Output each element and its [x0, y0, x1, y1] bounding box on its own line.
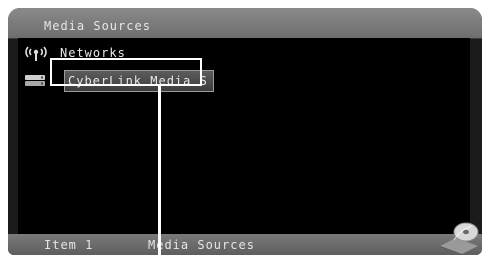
- list-item-label: CyberLink Media S: [68, 74, 208, 88]
- page-title: Media Sources: [44, 19, 151, 33]
- item-position-text: Item 1: [44, 238, 94, 252]
- media-sources-window: Media Sources Networks CyberLink Media S…: [8, 8, 482, 255]
- media-disc-icon: [436, 216, 482, 255]
- media-server-icon: [22, 72, 50, 90]
- media-source-list: Networks CyberLink Media S: [18, 38, 470, 234]
- status-bar: Item 1 Media Sources: [8, 234, 482, 255]
- callout-pointer-line: [158, 86, 161, 257]
- list-item-cyberlink-media-server[interactable]: CyberLink Media S: [18, 70, 470, 92]
- section-name-text: Media Sources: [148, 238, 255, 252]
- list-item-networks[interactable]: Networks: [18, 42, 470, 64]
- header-bar: Media Sources: [8, 8, 482, 39]
- network-antenna-icon: [22, 44, 50, 62]
- list-item-label: Networks: [60, 46, 126, 60]
